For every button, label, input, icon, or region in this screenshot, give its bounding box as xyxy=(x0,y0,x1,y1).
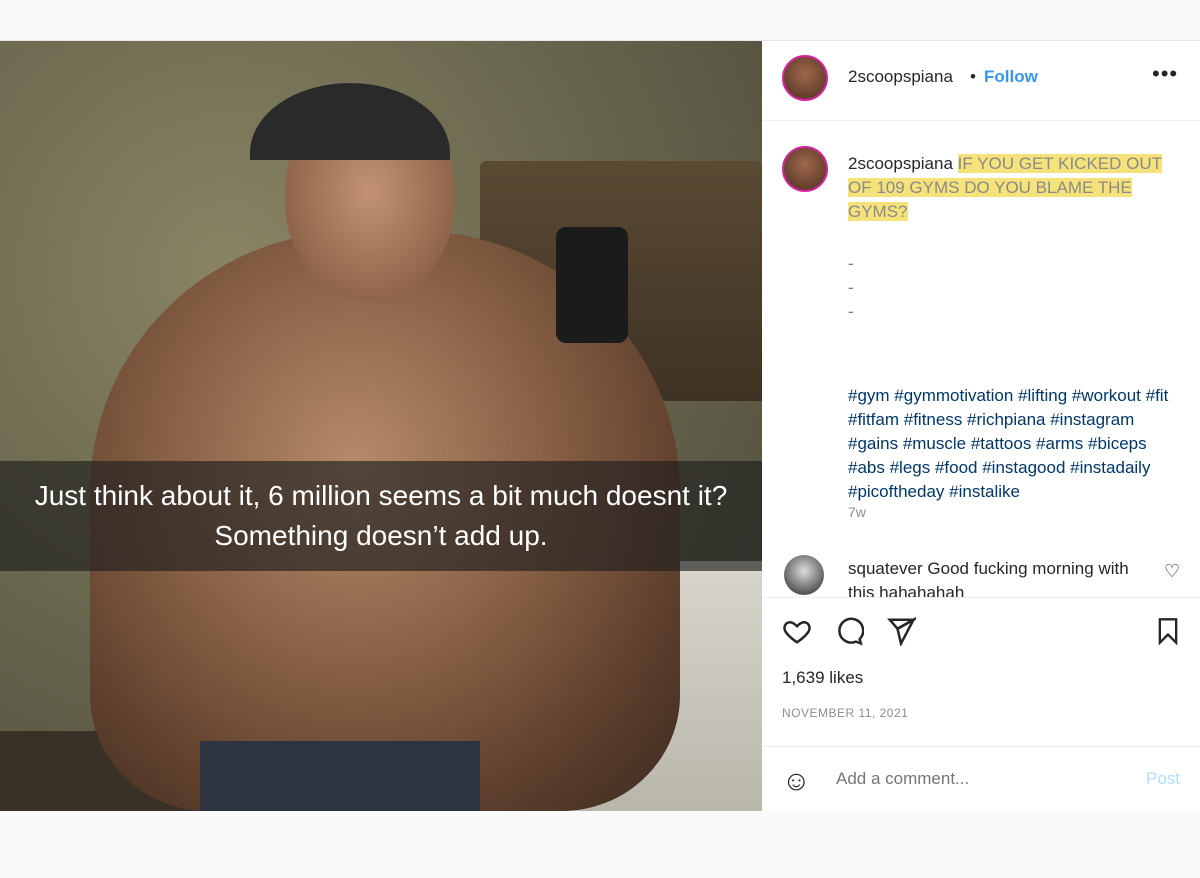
caption-hashtags[interactable]: #gym #gymmotivation #lifting #workout #f… xyxy=(848,384,1188,504)
caption-dash: - xyxy=(848,302,854,321)
comment-item: squatever Good fucking morning with this… xyxy=(762,553,1200,597)
author-avatar[interactable] xyxy=(782,55,828,101)
bookmark-icon[interactable] xyxy=(1154,616,1182,654)
caption-dash: - xyxy=(848,254,854,273)
caption-author-avatar[interactable] xyxy=(782,146,828,192)
emoji-icon[interactable]: ☺ xyxy=(782,765,811,797)
caption-age: 7w xyxy=(848,504,866,520)
caption-dashes: - - - xyxy=(848,252,854,324)
comment-like-heart-icon[interactable]: ♡ xyxy=(1164,561,1180,582)
more-options-icon[interactable]: ••• xyxy=(1152,61,1178,87)
instagram-post: Just think about it, 6 million seems a b… xyxy=(0,40,1200,811)
post-header: 2scoopspiana • Follow ••• xyxy=(762,41,1200,121)
author-username[interactable]: 2scoopspiana xyxy=(848,67,953,87)
comment-text-block: squatever Good fucking morning with this… xyxy=(848,557,1138,597)
likes-count[interactable]: 1,639 likes xyxy=(782,668,863,688)
caption-section: 2scoopspiana IF YOU GET KICKED OUT OF 10… xyxy=(762,122,1200,592)
commenter-avatar[interactable] xyxy=(784,555,824,595)
post-comment-button[interactable]: Post xyxy=(1146,769,1180,789)
photo-text-overlay: Just think about it, 6 million seems a b… xyxy=(0,461,762,571)
header-separator: • xyxy=(970,67,976,86)
post-date: NOVEMBER 11, 2021 xyxy=(782,706,909,720)
post-photo[interactable]: Just think about it, 6 million seems a b… xyxy=(0,41,762,811)
heart-icon[interactable] xyxy=(782,616,812,654)
caption-dash: - xyxy=(848,278,854,297)
follow-button[interactable]: Follow xyxy=(984,67,1038,87)
comment-input[interactable] xyxy=(836,769,1126,789)
photo-phone xyxy=(556,227,628,343)
action-icons-row xyxy=(782,616,1182,650)
comment-icon[interactable] xyxy=(834,616,865,654)
caption-username[interactable]: 2scoopspiana xyxy=(848,154,953,173)
commenter-username[interactable]: squatever xyxy=(848,559,923,578)
overlay-caption-text: Just think about it, 6 million seems a b… xyxy=(34,480,728,551)
post-side-panel: 2scoopspiana • Follow ••• 2scoopspiana I… xyxy=(762,41,1200,811)
post-actions: 1,639 likes NOVEMBER 11, 2021 ☺ Post xyxy=(762,597,1200,811)
add-comment-bar: ☺ Post xyxy=(762,746,1200,812)
send-icon[interactable] xyxy=(886,616,919,654)
caption-text-block: 2scoopspiana IF YOU GET KICKED OUT OF 10… xyxy=(848,152,1188,224)
photo-jeans xyxy=(200,741,480,811)
